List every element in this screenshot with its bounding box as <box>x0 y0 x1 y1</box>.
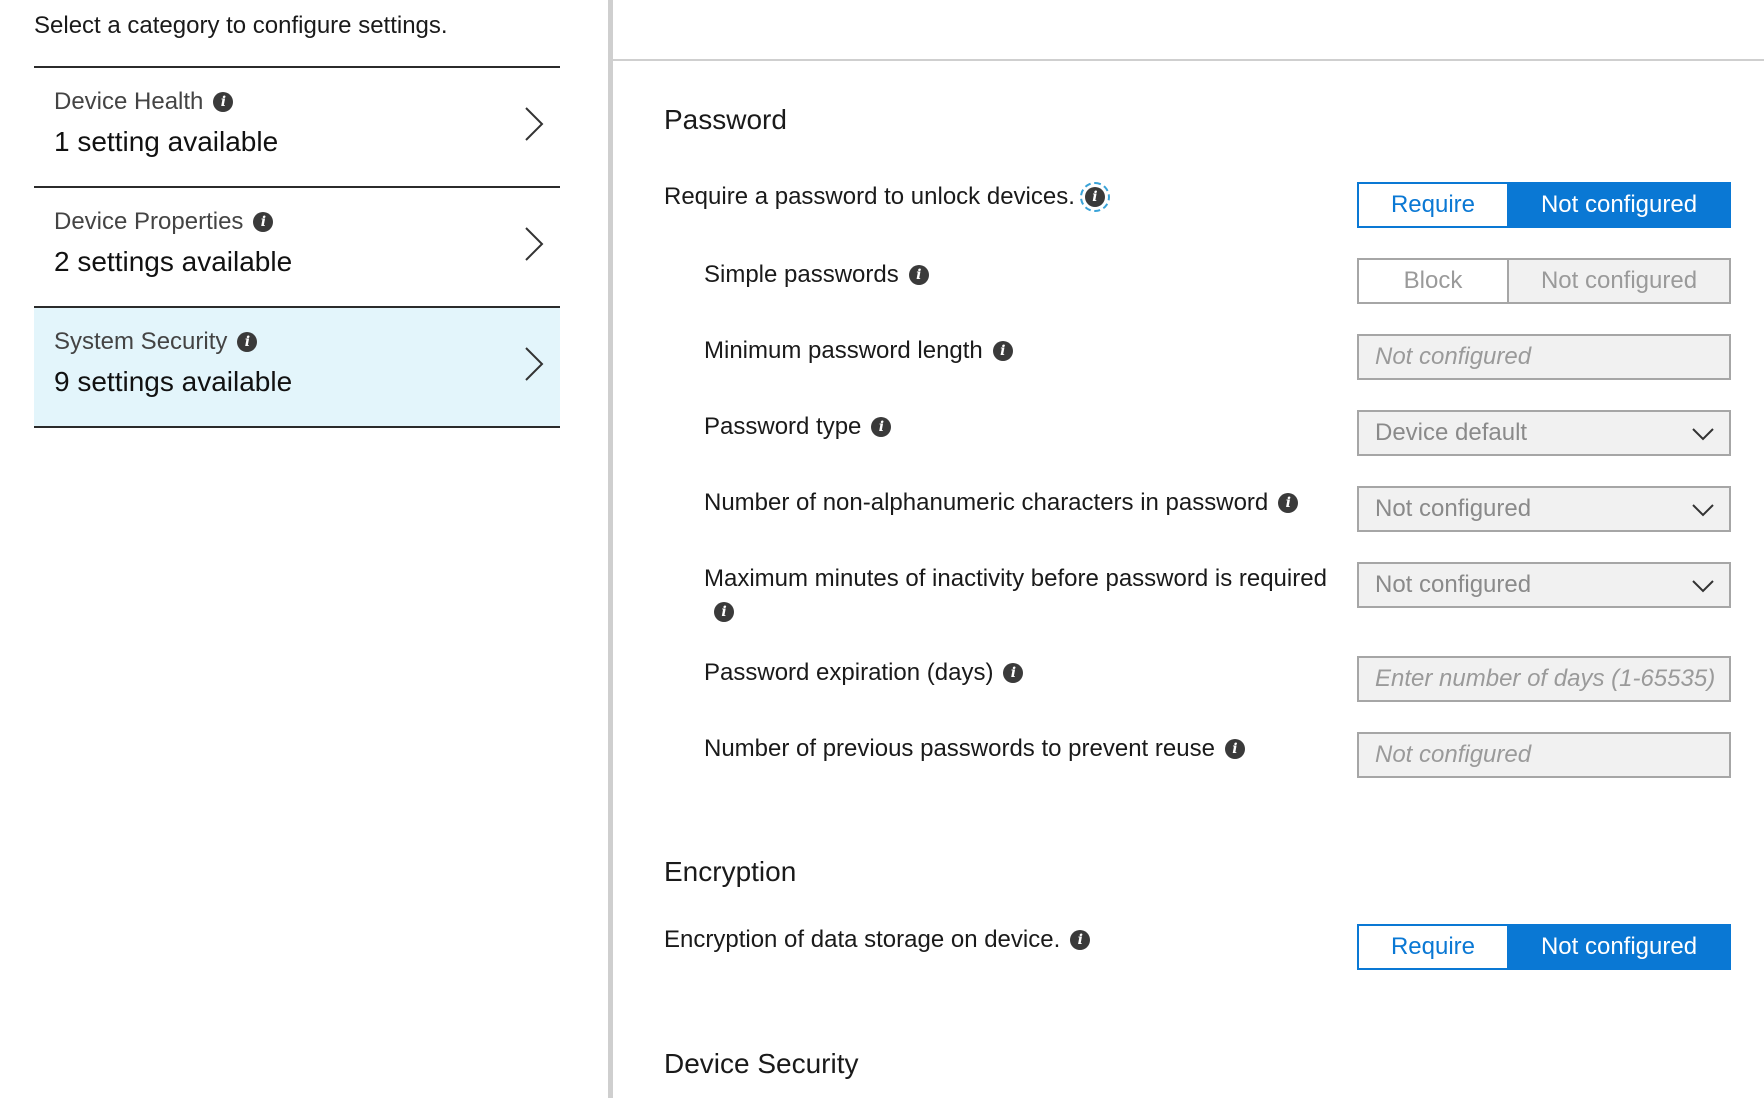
info-icon[interactable]: i <box>1278 493 1299 513</box>
category-device-properties[interactable]: Device Properties i 2 settings available <box>34 188 560 308</box>
setting-label: Number of previous passwords to prevent … <box>704 735 1215 762</box>
simple-passwords-toggle: Block Not configured <box>1357 258 1731 304</box>
category-device-health[interactable]: Device Health i 1 setting available <box>34 68 560 188</box>
dropdown-value: Device default <box>1375 419 1528 446</box>
category-intro: Select a category to configure settings. <box>34 12 448 39</box>
setting-label: Number of non-alphanumeric characters in… <box>704 489 1269 516</box>
setting-label: Encryption of data storage on device. <box>664 926 1061 953</box>
chevron-right-icon <box>525 107 544 141</box>
non-alnum-dropdown[interactable]: Not configured <box>1357 486 1731 532</box>
password-type-label: Password type i <box>704 410 892 444</box>
category-title: System Security i <box>54 328 540 356</box>
info-icon[interactable]: i <box>253 212 274 232</box>
setting-label: Password type <box>704 413 862 440</box>
inactivity-dropdown[interactable]: Not configured <box>1357 562 1731 608</box>
category-count: 1 setting available <box>54 126 279 157</box>
setting-label: Simple passwords <box>704 261 899 288</box>
dropdown-value: Not configured <box>1375 495 1532 522</box>
category-title: Device Properties i <box>54 208 540 236</box>
expiration-input[interactable] <box>1375 665 1729 693</box>
section-title-password: Password <box>664 104 787 135</box>
header-divider <box>613 59 1764 61</box>
setting-label: Minimum password length <box>704 337 983 364</box>
encryption-storage-toggle: Require Not configured <box>1357 924 1731 970</box>
block-option: Block <box>1359 260 1509 302</box>
category-pane: Select a category to configure settings.… <box>0 0 610 1098</box>
min-length-input-box <box>1357 334 1731 380</box>
info-icon[interactable]: i <box>1079 182 1110 212</box>
require-option[interactable]: Require <box>1359 184 1509 226</box>
expiration-input-box <box>1357 656 1731 702</box>
not-configured-option[interactable]: Not configured <box>1509 926 1729 968</box>
password-type-dropdown[interactable]: Device default <box>1357 410 1731 456</box>
category-title-text: System Security <box>54 328 228 355</box>
info-icon[interactable]: i <box>1224 739 1245 759</box>
info-icon[interactable]: i <box>992 341 1013 361</box>
info-icon[interactable]: i <box>237 332 258 352</box>
category-count: 2 settings available <box>54 246 293 277</box>
require-option[interactable]: Require <box>1359 926 1509 968</box>
expiration-label: Password expiration (days) i <box>704 656 1024 690</box>
setting-label: Password expiration (days) <box>704 659 994 686</box>
category-title: Device Health i <box>54 88 540 116</box>
settings-pane: Password Require a password to unlock de… <box>613 0 1764 1098</box>
reuse-input-box <box>1357 732 1731 778</box>
setting-label: Maximum minutes of inactivity before pas… <box>704 565 1327 592</box>
chevron-right-icon <box>525 227 544 261</box>
section-title-device-security: Device Security <box>664 1048 859 1079</box>
info-icon[interactable]: i <box>871 417 892 437</box>
category-title-text: Device Health <box>54 88 204 115</box>
info-icon[interactable]: i <box>908 265 929 285</box>
chevron-right-icon <box>525 347 544 381</box>
chevron-down-icon <box>1692 504 1714 517</box>
info-icon[interactable]: i <box>714 602 734 622</box>
chevron-down-icon <box>1692 580 1714 593</box>
section-title-encryption: Encryption <box>664 856 797 887</box>
encryption-storage-label: Encryption of data storage on device. i <box>664 923 1091 957</box>
not-configured-option: Not configured <box>1509 260 1729 302</box>
category-list: Device Health i 1 setting available Devi… <box>34 66 560 428</box>
inactivity-label: Maximum minutes of inactivity before pas… <box>704 562 1344 622</box>
info-icon[interactable]: i <box>213 92 234 112</box>
min-length-input[interactable] <box>1375 343 1729 371</box>
category-count: 9 settings available <box>54 366 293 397</box>
category-system-security[interactable]: System Security i 9 settings available <box>34 308 560 428</box>
info-icon[interactable]: i <box>1003 663 1024 683</box>
reuse-input[interactable] <box>1375 741 1729 769</box>
non-alnum-label: Number of non-alphanumeric characters in… <box>704 486 1299 520</box>
reuse-label: Number of previous passwords to prevent … <box>704 732 1245 766</box>
simple-passwords-label: Simple passwords i <box>704 258 929 292</box>
category-title-text: Device Properties <box>54 208 244 235</box>
require-password-toggle: Require Not configured <box>1357 182 1731 228</box>
require-password-label: Require a password to unlock devices. i <box>664 180 1110 214</box>
dropdown-value: Not configured <box>1375 571 1532 598</box>
info-icon[interactable]: i <box>1070 930 1091 950</box>
not-configured-option[interactable]: Not configured <box>1509 184 1729 226</box>
chevron-down-icon <box>1692 428 1714 441</box>
min-length-label: Minimum password length i <box>704 334 1013 368</box>
setting-label: Require a password to unlock devices. <box>664 183 1075 210</box>
